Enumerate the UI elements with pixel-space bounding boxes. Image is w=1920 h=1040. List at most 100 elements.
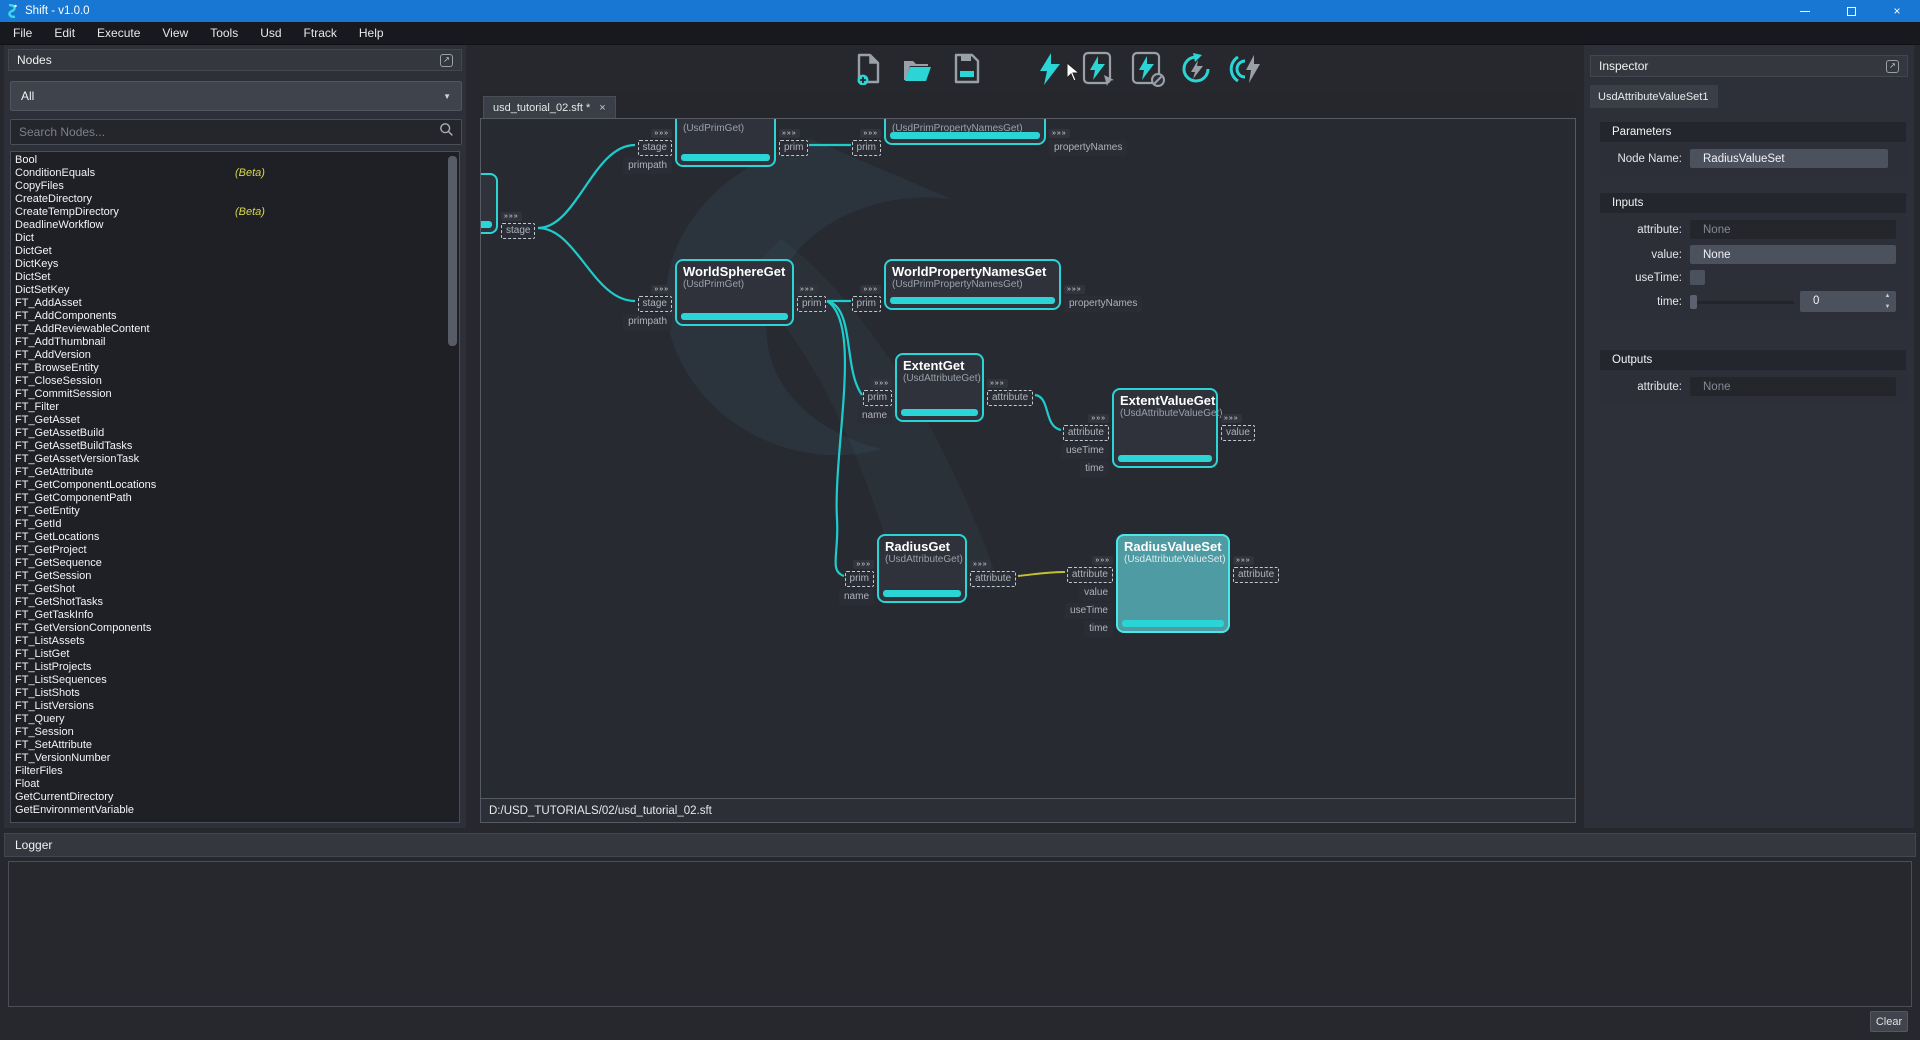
graph-node-top-propertynames-get[interactable]: (UsdPrimPropertyNamesGet)»»»prim»»»prope… xyxy=(884,118,1046,145)
time-spinbox[interactable]: 0 ▲ ▼ xyxy=(1800,291,1896,312)
node-type-FT_GetEntity[interactable]: FT_GetEntity xyxy=(11,505,459,518)
node-type-FT_VersionNumber[interactable]: FT_VersionNumber xyxy=(11,752,459,765)
minimize-button[interactable] xyxy=(1782,0,1828,22)
tab-usd-tutorial-02[interactable]: usd_tutorial_02.sft * × xyxy=(483,96,616,118)
value-input-field[interactable] xyxy=(1690,245,1896,264)
graph-node-RadiusValueSet[interactable]: RadiusValueSet(UsdAttributeValueSet)»»»a… xyxy=(1116,534,1230,633)
wire[interactable] xyxy=(827,301,845,576)
port-value[interactable]: value xyxy=(1079,585,1113,601)
graph-node-RadiusGet[interactable]: RadiusGet(UsdAttributeGet)»»»primname»»»… xyxy=(877,534,967,603)
node-type-GetEnvironmentVariable[interactable]: GetEnvironmentVariable xyxy=(11,804,459,817)
node-type-FT_GetTaskInfo[interactable]: FT_GetTaskInfo xyxy=(11,609,459,622)
time-slider-handle[interactable] xyxy=(1690,295,1697,309)
node-type-Float[interactable]: Float xyxy=(11,778,459,791)
port-prim[interactable]: prim xyxy=(852,296,881,312)
port-stage[interactable]: stage xyxy=(638,140,672,156)
node-type-FT_GetComponentPath[interactable]: FT_GetComponentPath xyxy=(11,492,459,505)
port-useTime[interactable]: useTime xyxy=(1065,603,1113,619)
graph-node-top-prim-get[interactable]: (UsdPrimGet)»»»stageprimpath»»»prim xyxy=(675,118,776,167)
port-stage[interactable]: stage xyxy=(501,223,535,239)
node-type-FT_GetVersionComponents[interactable]: FT_GetVersionComponents xyxy=(11,622,459,635)
execute-refresh-icon[interactable] xyxy=(1179,50,1215,88)
wire[interactable] xyxy=(1018,572,1065,576)
node-type-FT_GetAsset[interactable]: FT_GetAsset xyxy=(11,414,459,427)
port-attribute[interactable]: attribute xyxy=(987,390,1033,406)
node-type-FT_AddComponents[interactable]: FT_AddComponents xyxy=(11,310,459,323)
node-type-FT_ListGet[interactable]: FT_ListGet xyxy=(11,648,459,661)
menu-help[interactable]: Help xyxy=(348,22,395,44)
port-attribute[interactable]: attribute xyxy=(970,571,1016,587)
port-time[interactable]: time xyxy=(1080,461,1109,477)
port-name[interactable]: name xyxy=(839,589,874,605)
port-prim[interactable]: prim xyxy=(863,390,892,406)
port-name[interactable]: name xyxy=(857,408,892,424)
save-graph-icon[interactable] xyxy=(948,50,984,88)
port-prim[interactable]: prim xyxy=(845,571,874,587)
node-type-FT_GetAssetVersionTask[interactable]: FT_GetAssetVersionTask xyxy=(11,453,459,466)
node-type-FT_GetLocations[interactable]: FT_GetLocations xyxy=(11,531,459,544)
node-type-FT_Query[interactable]: FT_Query xyxy=(11,713,459,726)
graph-node-WorldPropertyNamesGet[interactable]: WorldPropertyNamesGet(UsdPrimPropertyNam… xyxy=(884,259,1061,310)
tab-close-icon[interactable]: × xyxy=(599,102,605,114)
node-type-FT_GetShotTasks[interactable]: FT_GetShotTasks xyxy=(11,596,459,609)
port-time[interactable]: time xyxy=(1084,621,1113,637)
port-prim[interactable]: prim xyxy=(797,296,826,312)
open-graph-icon[interactable] xyxy=(899,50,935,88)
node-type-FT_AddVersion[interactable]: FT_AddVersion xyxy=(11,349,459,362)
node-type-FT_ListVersions[interactable]: FT_ListVersions xyxy=(11,700,459,713)
port-propertyNames[interactable]: propertyNames xyxy=(1064,296,1142,312)
port-propertyNames[interactable]: propertyNames xyxy=(1049,140,1127,156)
node-type-FT_AddThumbnail[interactable]: FT_AddThumbnail xyxy=(11,336,459,349)
node-search-input[interactable] xyxy=(11,125,439,139)
node-type-FT_GetAssetBuild[interactable]: FT_GetAssetBuild xyxy=(11,427,459,440)
menu-usd[interactable]: Usd xyxy=(249,22,292,44)
node-type-ConditionEquals[interactable]: ConditionEquals(Beta) xyxy=(11,167,459,180)
usetime-checkbox[interactable] xyxy=(1690,270,1705,285)
node-type-FT_ListProjects[interactable]: FT_ListProjects xyxy=(11,661,459,674)
spin-up-icon[interactable]: ▲ xyxy=(1879,291,1896,302)
attribute-output-field[interactable] xyxy=(1690,377,1896,396)
menu-file[interactable]: File xyxy=(2,22,43,44)
execute-stop-icon[interactable] xyxy=(1130,50,1166,88)
node-type-FT_GetSession[interactable]: FT_GetSession xyxy=(11,570,459,583)
node-type-CreateTempDirectory[interactable]: CreateTempDirectory(Beta) xyxy=(11,206,459,219)
menu-ftrack[interactable]: Ftrack xyxy=(293,22,348,44)
node-type-FT_ListAssets[interactable]: FT_ListAssets xyxy=(11,635,459,648)
node-type-GetCurrentDirectory[interactable]: GetCurrentDirectory xyxy=(11,791,459,804)
graph-node-stage-source[interactable]: 1»»»stage xyxy=(480,173,498,234)
port-attribute[interactable]: attribute xyxy=(1067,567,1113,583)
logger-clear-button[interactable]: Clear xyxy=(1870,1011,1908,1032)
node-type-FT_CloseSession[interactable]: FT_CloseSession xyxy=(11,375,459,388)
node-type-FT_GetProject[interactable]: FT_GetProject xyxy=(11,544,459,557)
node-type-FT_AddReviewableContent[interactable]: FT_AddReviewableContent xyxy=(11,323,459,336)
execute-live-icon[interactable] xyxy=(1228,50,1264,88)
node-type-FT_AddAsset[interactable]: FT_AddAsset xyxy=(11,297,459,310)
node-type-DictKeys[interactable]: DictKeys xyxy=(11,258,459,271)
execute-graph-icon[interactable] xyxy=(1032,50,1068,88)
port-prim[interactable]: prim xyxy=(779,140,808,156)
execute-selected-icon[interactable] xyxy=(1081,50,1117,88)
menu-edit[interactable]: Edit xyxy=(43,22,86,44)
node-type-FT_ListShots[interactable]: FT_ListShots xyxy=(11,687,459,700)
port-prim[interactable]: prim xyxy=(852,140,881,156)
node-type-DictSetKey[interactable]: DictSetKey xyxy=(11,284,459,297)
node-type-Bool[interactable]: Bool xyxy=(11,154,459,167)
port-primpath[interactable]: primpath xyxy=(623,158,672,174)
node-type-FT_GetSequence[interactable]: FT_GetSequence xyxy=(11,557,459,570)
node-type-FT_Session[interactable]: FT_Session xyxy=(11,726,459,739)
inspector-node-tab[interactable]: UsdAttributeValueSet1 xyxy=(1590,85,1718,108)
node-type-FilterFiles[interactable]: FilterFiles xyxy=(11,765,459,778)
node-filter-dropdown[interactable]: All ▼ xyxy=(10,81,462,111)
menu-tools[interactable]: Tools xyxy=(199,22,249,44)
port-attribute[interactable]: attribute xyxy=(1233,567,1279,583)
node-type-Dict[interactable]: Dict xyxy=(11,232,459,245)
port-stage[interactable]: stage xyxy=(638,296,672,312)
graph-node-ExtentGet[interactable]: ExtentGet(UsdAttributeGet)»»»primname»»»… xyxy=(895,353,984,422)
node-type-FT_BrowseEntity[interactable]: FT_BrowseEntity xyxy=(11,362,459,375)
popout-icon[interactable]: ↗ xyxy=(440,54,453,67)
close-button[interactable]: × xyxy=(1874,0,1920,22)
popout-icon[interactable]: ↗ xyxy=(1886,60,1899,73)
wire[interactable] xyxy=(538,228,635,301)
node-graph-canvas[interactable]: 1»»»stage (UsdPrimGet)»»»stageprimpath»»»… xyxy=(480,118,1576,799)
port-primpath[interactable]: primpath xyxy=(623,314,672,330)
